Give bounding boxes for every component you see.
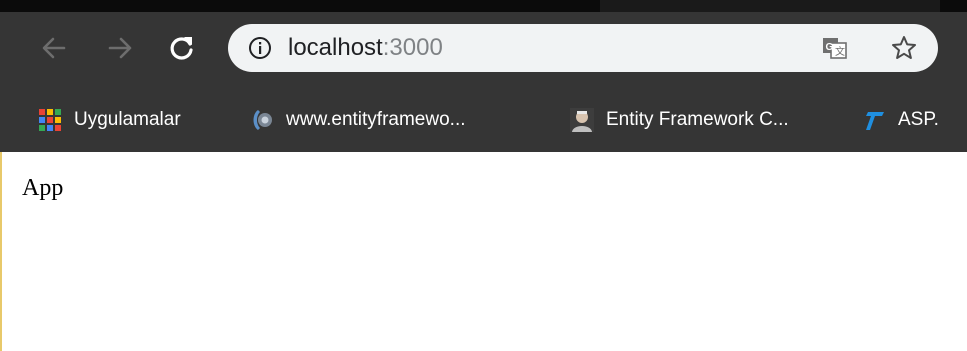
forward-arrow-icon bbox=[108, 37, 132, 59]
bookmark-apps[interactable]: Uygulamalar bbox=[38, 104, 181, 136]
forward-button[interactable] bbox=[102, 30, 138, 66]
bookmark-asp[interactable]: ASP. bbox=[862, 104, 939, 136]
reload-icon bbox=[170, 37, 193, 60]
translate-icon[interactable]: G 文 bbox=[822, 36, 848, 60]
person-avatar-icon bbox=[570, 108, 594, 132]
reload-button[interactable] bbox=[164, 30, 200, 66]
apps-grid-icon bbox=[39, 109, 61, 131]
info-icon[interactable] bbox=[248, 36, 272, 60]
browser-window: localhost:3000 G 文 Uygulamalar www.entit… bbox=[0, 0, 967, 351]
svg-text:文: 文 bbox=[835, 45, 845, 58]
entityframework-icon bbox=[253, 110, 272, 130]
bookmark-entityframework[interactable]: www.entityframewo... bbox=[250, 104, 466, 136]
bookmark-label: Uygulamalar bbox=[74, 109, 181, 130]
bookmark-label: ASP. bbox=[898, 109, 939, 130]
back-button[interactable] bbox=[36, 30, 72, 66]
url-text[interactable]: localhost:3000 bbox=[288, 34, 443, 62]
url-host: localhost bbox=[288, 34, 383, 61]
bookmark-label: Entity Framework C... bbox=[606, 109, 789, 130]
svg-text:G: G bbox=[826, 42, 834, 53]
bookmarks-bar: Uygulamalar www.entityframewo... Entity … bbox=[0, 88, 967, 152]
tab-edge bbox=[600, 0, 940, 12]
bookmark-label: www.entityframewo... bbox=[286, 109, 466, 130]
page-text: App bbox=[22, 175, 64, 201]
asp-icon bbox=[866, 112, 884, 130]
url-port: :3000 bbox=[382, 34, 443, 61]
address-bar[interactable]: localhost:3000 G 文 bbox=[228, 24, 938, 72]
page-edge bbox=[0, 152, 2, 351]
browser-toolbar: localhost:3000 G 文 bbox=[0, 12, 967, 88]
tab-strip bbox=[0, 0, 967, 12]
star-icon[interactable] bbox=[890, 34, 918, 62]
page-content: App bbox=[0, 152, 967, 351]
bookmark-entity-framework-core[interactable]: Entity Framework C... bbox=[570, 104, 789, 136]
back-arrow-icon bbox=[42, 37, 66, 59]
